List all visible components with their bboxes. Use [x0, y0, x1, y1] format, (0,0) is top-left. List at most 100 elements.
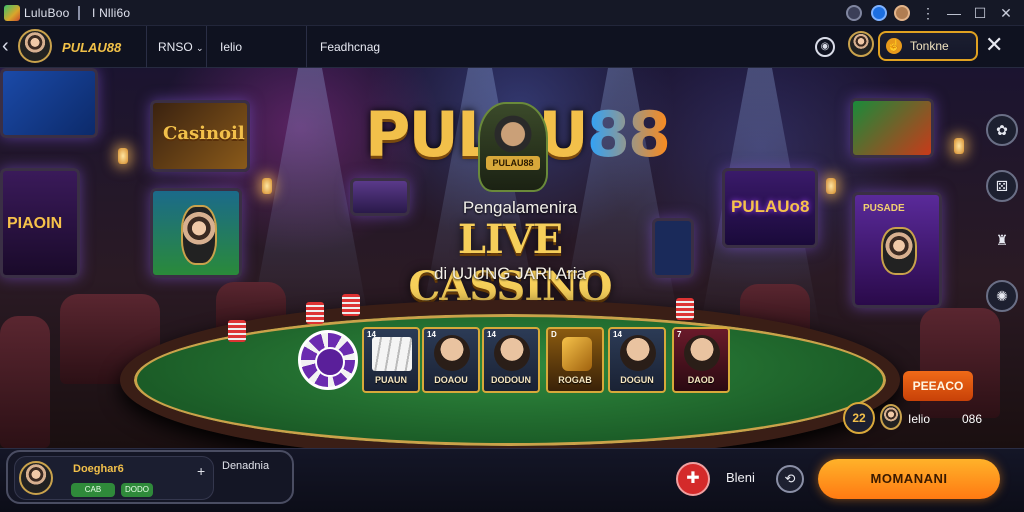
card-index: 14 [613, 330, 622, 339]
neon-sign-screen: PULAUo8 [722, 168, 818, 248]
nav-item-feadhcnag[interactable]: Feadhcnag [320, 40, 380, 54]
close-window-icon[interactable]: ✕ [994, 3, 1018, 23]
card-index: D [551, 330, 557, 339]
avatar[interactable] [18, 29, 52, 63]
info-icon[interactable]: ◉ [815, 37, 835, 57]
dealer-screen [150, 188, 242, 278]
chevron-down-icon: ⌄ [196, 43, 204, 53]
wall-lamp [954, 138, 964, 154]
bottom-label: Bleni [726, 470, 755, 485]
card-index: 14 [427, 330, 436, 339]
hand-icon: ☝ [886, 38, 902, 54]
emoji-icon[interactable] [846, 5, 862, 21]
app-title: LuluBoo [24, 6, 70, 20]
game-card[interactable]: D ROGAB [546, 327, 604, 393]
user-panel[interactable]: Doeghar6 CAB DODO + Denadnia [6, 450, 294, 504]
rotate-icon[interactable]: ⟲ [776, 465, 804, 493]
card-index: 7 [677, 330, 682, 339]
nav-item-rnso[interactable]: RNSO ⌄ [158, 40, 204, 54]
refresh-icon[interactable] [871, 5, 887, 21]
dealer-face [620, 335, 656, 371]
chip-stack [342, 294, 360, 316]
dealer-face [684, 335, 720, 371]
user-badge: CAB [71, 483, 115, 497]
profile-icon[interactable] [894, 5, 910, 21]
slot-machine-left: PIAOIN [0, 168, 80, 278]
tab-title[interactable]: I Nlli6o [92, 6, 130, 20]
window-titlebar: LuluBoo I Nlli6o ⋮ — ☐ ✕ [0, 0, 1024, 26]
card-label: PUAUN [374, 375, 407, 385]
dealer-image [181, 205, 217, 265]
user-status-label: Denadnia [222, 460, 270, 472]
emblem-plate: PULAU88 [486, 156, 540, 170]
hero-headline: LIVE CASSINO [408, 216, 613, 310]
game-card[interactable]: 14 PUAUN [362, 327, 420, 393]
card-label: DODOUN [491, 375, 531, 385]
wall-screen-right [850, 98, 934, 158]
back-arrow-icon[interactable]: ‹ [2, 35, 9, 58]
hero-subtitle: Pengalamenira [462, 198, 578, 217]
nav-divider [146, 26, 147, 68]
bet-value: 086 [962, 412, 983, 426]
gold-bar-icon [562, 337, 592, 371]
game-card[interactable]: 7 DAOD [672, 327, 730, 393]
bet-label: Ielio [908, 412, 931, 426]
slot-right-label: PUSADE [863, 203, 905, 214]
bell-icon[interactable]: ♜ [986, 226, 1018, 258]
slot-machine-right: PUSADE [852, 192, 942, 308]
card-label: DOAOU [434, 375, 468, 385]
chair [920, 308, 1000, 418]
nav-divider [306, 26, 307, 68]
minimize-icon[interactable]: — [942, 3, 966, 23]
repeat-bet-button[interactable]: PEEACO [903, 371, 973, 401]
chip-action-icon[interactable]: ✚ [676, 462, 710, 496]
game-card[interactable]: 14 DOGUN [608, 327, 666, 393]
play-now-button[interactable]: MOMANANI [818, 459, 1000, 499]
card-label: ROGAB [558, 375, 592, 385]
wall-lamp [826, 178, 836, 194]
user-card[interactable]: Doeghar6 CAB DODO + [14, 456, 214, 500]
settings-icon[interactable]: ✺ [986, 280, 1018, 312]
card-label: DAOD [687, 375, 715, 385]
slot-character [881, 227, 917, 275]
dealer-face [494, 335, 530, 371]
brand-name[interactable]: PULAU88 [62, 40, 121, 55]
chip-stack [228, 320, 246, 342]
user-badge: DODO [121, 483, 153, 497]
chip-stack [676, 298, 694, 320]
dealer-face [434, 335, 470, 371]
more-icon[interactable]: ⋮ [916, 3, 940, 23]
card-index: 14 [487, 330, 496, 339]
titlebar-divider [78, 6, 80, 20]
wall-screen-top-left [0, 68, 98, 138]
game-card[interactable]: 14 DODOUN [482, 327, 540, 393]
game-card[interactable]: 14 DOAOU [422, 327, 480, 393]
dice-icon[interactable]: ⚄ [986, 170, 1018, 202]
player-mini-avatar [880, 404, 902, 430]
gift-icon[interactable]: ✿ [986, 114, 1018, 146]
neon-sign-label: PULAUo8 [731, 197, 810, 216]
wall-lamp [118, 148, 128, 164]
user-avatar[interactable] [19, 461, 53, 495]
nav-divider [206, 26, 207, 68]
chip-stack [306, 302, 324, 324]
add-icon[interactable]: + [197, 463, 205, 479]
casino-sign: Casinoil [163, 123, 245, 144]
app-icon [4, 5, 20, 21]
nav-item-ielio[interactable]: Ielio [220, 40, 242, 54]
hero-tagline: di UJUNG JARI Aria [433, 264, 587, 283]
top-nav: ‹ PULAU88 RNSO ⌄ Ielio Feadhcnag ◉ ✕ [0, 26, 1024, 68]
slot-label: PIAOIN [7, 215, 63, 232]
close-icon[interactable]: ✕ [985, 32, 1003, 58]
brand-emblem: PULAU88 [478, 102, 548, 192]
user-name: Doeghar6 [73, 463, 124, 475]
player-avatar[interactable] [848, 31, 874, 57]
promo-button[interactable]: ☝ Tonkne [878, 31, 978, 61]
poker-chip-icon [298, 330, 358, 390]
playing-cards-icon [372, 337, 412, 371]
card-label: DOGUN [620, 375, 654, 385]
coin-icon[interactable]: 22 [843, 402, 875, 434]
chair [0, 316, 50, 448]
maximize-icon[interactable]: ☐ [968, 3, 992, 23]
wall-lamp [262, 178, 272, 194]
